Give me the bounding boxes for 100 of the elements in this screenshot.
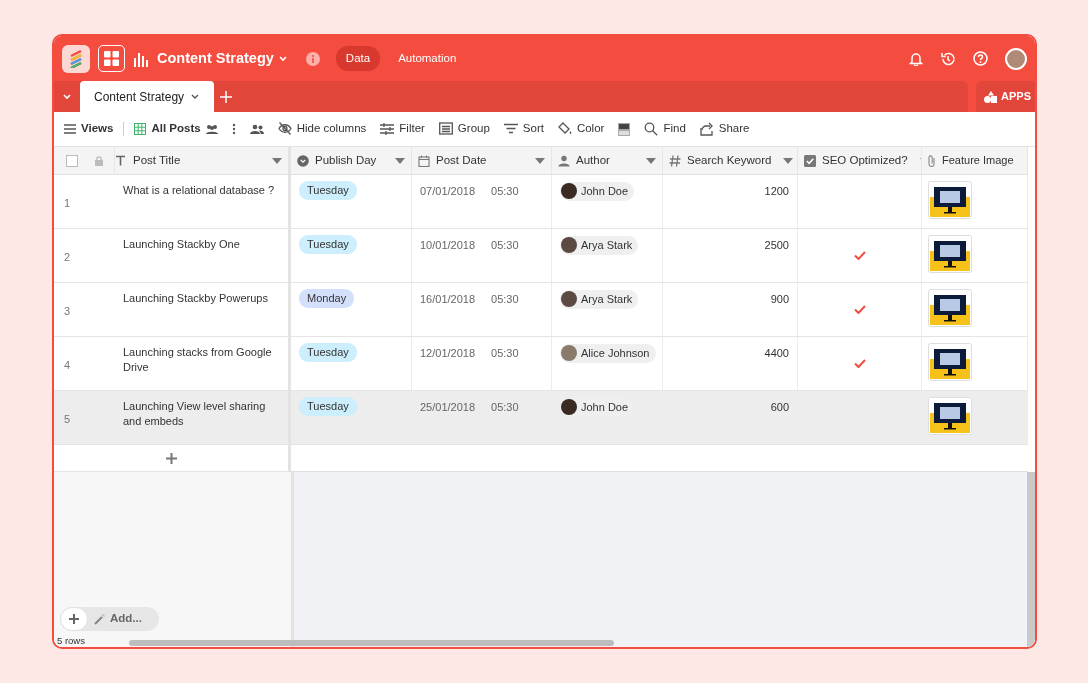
- dropdown-caret-icon[interactable]: [535, 157, 545, 164]
- date-text: 12/01/2018: [420, 347, 476, 359]
- column-header[interactable]: Post Title: [133, 151, 181, 170]
- caret-icon: [190, 92, 201, 101]
- user-avatar[interactable]: [1005, 47, 1027, 70]
- check-icon: [853, 305, 866, 314]
- checkbox-cell[interactable]: [798, 175, 922, 229]
- toolbar-button[interactable]: Sort: [503, 120, 544, 138]
- lock-icon: [94, 155, 103, 166]
- keyword-number: 900: [770, 293, 789, 305]
- menu-icon: [64, 124, 76, 134]
- paperclip-icon: [926, 154, 938, 167]
- plus-icon: [220, 90, 233, 103]
- nav-tab[interactable]: Automation: [388, 45, 467, 72]
- checkbox-cell[interactable]: [798, 229, 922, 283]
- eye-slash-icon: [277, 122, 292, 136]
- horizontal-scrollbar[interactable]: [129, 640, 614, 646]
- list-icon: [438, 122, 453, 136]
- time-text: 05:30: [491, 239, 519, 251]
- date-text: 25/01/2018: [420, 401, 476, 413]
- toolbar-button[interactable]: Hide columns: [277, 120, 367, 138]
- calendar-icon: [418, 154, 430, 167]
- avatar-icon: [561, 399, 577, 416]
- image-thumbnail: [928, 397, 972, 435]
- sliders-icon: [380, 122, 395, 136]
- text-type-icon: [115, 154, 127, 167]
- dropdown-caret-icon[interactable]: [272, 157, 282, 164]
- time-text: 05:30: [491, 347, 519, 359]
- checkbox-icon: [804, 154, 816, 167]
- nav-tab[interactable]: Data: [335, 45, 381, 72]
- sort-icon: [503, 122, 518, 136]
- time-text: 05:30: [491, 293, 519, 305]
- toolbar-button[interactable]: Group: [438, 120, 490, 138]
- author-chip: Arya Stark: [560, 290, 639, 309]
- keyword-number: 4400: [764, 347, 789, 359]
- shapes-icon: [984, 90, 998, 103]
- avatar-icon: [561, 291, 577, 308]
- keyword-number: 2500: [764, 239, 789, 251]
- day-tag: Tuesday: [299, 343, 357, 362]
- grid-view-icon: [134, 123, 147, 135]
- author-chip: John Doe: [560, 182, 635, 201]
- check-icon: [853, 359, 866, 368]
- image-thumbnail: [928, 289, 972, 327]
- more-icon[interactable]: [231, 123, 236, 135]
- bell-icon[interactable]: [909, 51, 923, 66]
- toolbar-button[interactable]: Color: [557, 120, 605, 138]
- row-number: 5: [54, 391, 115, 445]
- avatar-icon: [561, 237, 577, 254]
- apps-button[interactable]: APPS: [976, 81, 1035, 112]
- dropdown-caret-icon[interactable]: [646, 157, 656, 164]
- caret-icon[interactable]: [277, 54, 288, 63]
- post-title: Launching Stackby Powerups: [123, 292, 268, 304]
- post-title: Launching Stackby One: [123, 238, 240, 250]
- person-icon: [558, 154, 570, 167]
- post-title: What is a relational database ?: [123, 184, 275, 196]
- info-icon[interactable]: [305, 51, 320, 66]
- date-text: 16/01/2018: [420, 293, 476, 305]
- table-tab[interactable]: Content Strategy: [80, 81, 215, 112]
- circle-caret-icon: [297, 154, 309, 167]
- add-menu-pill[interactable]: Add...: [60, 607, 159, 631]
- day-tag: Monday: [299, 289, 355, 308]
- views-button[interactable]: Views: [64, 120, 114, 138]
- history-icon[interactable]: [940, 50, 956, 67]
- row-count: 5 rows: [56, 635, 86, 647]
- grid-view-button[interactable]: [98, 45, 125, 72]
- toolbar-button[interactable]: Find: [644, 120, 686, 138]
- bar-chart-icon[interactable]: [133, 50, 149, 67]
- day-tag: Tuesday: [299, 235, 357, 254]
- share-icon: [699, 122, 714, 136]
- help-icon[interactable]: [973, 51, 988, 66]
- row-height-icon[interactable]: [618, 122, 631, 136]
- magic-wand-icon: [94, 613, 105, 625]
- add-row-icon[interactable]: [165, 452, 177, 464]
- image-thumbnail: [928, 235, 972, 273]
- search-icon: [644, 122, 659, 136]
- plus-icon: [69, 614, 79, 624]
- dropdown-caret-icon[interactable]: [395, 157, 405, 164]
- app-title[interactable]: Content Strategy: [157, 47, 274, 70]
- avatar-icon: [561, 345, 577, 362]
- date-text: 07/01/2018: [420, 185, 476, 197]
- keyword-number: 1200: [764, 185, 789, 197]
- image-thumbnail: [928, 343, 972, 381]
- author-chip: Arya Stark: [560, 236, 639, 255]
- add-button[interactable]: Add...: [94, 610, 142, 628]
- collaborators-icon[interactable]: [249, 124, 264, 134]
- post-title: Launching View level sharing and embeds: [123, 400, 266, 427]
- date-text: 10/01/2018: [420, 239, 476, 251]
- toolbar-button[interactable]: Share: [699, 120, 750, 138]
- people-icon: [205, 124, 218, 134]
- app-logo[interactable]: [62, 44, 90, 73]
- dropdown-caret-icon[interactable]: [783, 157, 794, 164]
- view-selector[interactable]: All Posts: [134, 120, 218, 138]
- select-all-checkbox[interactable]: [65, 154, 78, 167]
- chevron-down-icon: [62, 92, 72, 101]
- paint-bucket-icon: [557, 122, 572, 136]
- keyword-number: 600: [770, 401, 789, 413]
- checkbox-cell[interactable]: [798, 283, 922, 337]
- time-text: 05:30: [491, 185, 519, 197]
- toolbar-button[interactable]: Filter: [380, 120, 425, 138]
- image-thumbnail: [928, 181, 972, 219]
